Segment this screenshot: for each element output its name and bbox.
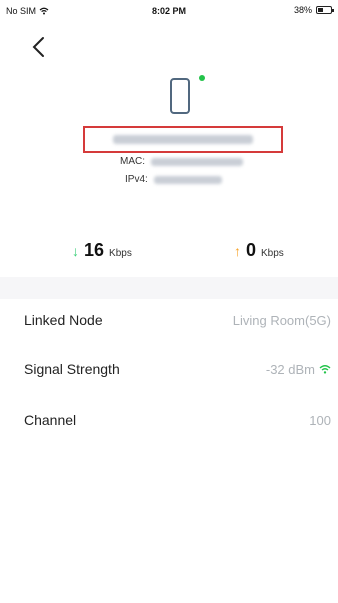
signal-strength-value-group: -32 dBm xyxy=(266,362,331,377)
mac-row: MAC: xyxy=(120,156,243,167)
signal-strength-label: Signal Strength xyxy=(24,361,120,377)
download-speed: ↓ 16 Kbps xyxy=(72,240,132,261)
signal-strength-value: -32 dBm xyxy=(265,361,315,377)
ipv4-value-redacted xyxy=(153,175,222,184)
mac-label: MAC: xyxy=(120,156,145,167)
status-time: 8:02 PM xyxy=(151,6,186,16)
battery-fill xyxy=(318,8,323,12)
wifi-signal-icon xyxy=(319,365,331,374)
battery-icon xyxy=(316,6,334,14)
battery-group: 38% xyxy=(293,5,334,15)
arrow-up-icon: ↑ xyxy=(234,243,241,259)
linked-node-label: Linked Node xyxy=(24,312,103,328)
upload-speed-value: 0 xyxy=(246,240,257,260)
channel-value: 100 xyxy=(309,412,331,428)
battery-percentage: 38% xyxy=(293,5,312,15)
download-speed-unit: Kbps xyxy=(109,248,132,259)
device-name-redacted xyxy=(113,135,253,144)
linked-node-row: Linked Node Living Room(5G) xyxy=(0,301,338,339)
signal-strength-row: Signal Strength -32 dBm xyxy=(0,350,338,388)
back-button[interactable] xyxy=(30,35,50,59)
download-speed-value: 16 xyxy=(84,240,105,260)
channel-label: Channel xyxy=(24,412,77,428)
section-divider xyxy=(0,277,338,299)
upload-speed: ↑ 0 Kbps xyxy=(234,240,284,261)
device-name-highlight xyxy=(83,126,283,153)
linked-node-value: Living Room(5G) xyxy=(232,312,331,328)
ipv4-row: IPv4: xyxy=(125,174,222,185)
chevron-left-icon xyxy=(32,37,44,57)
upload-speed-unit: Kbps xyxy=(261,248,284,259)
channel-row: Channel 100 xyxy=(0,401,338,439)
online-status-dot xyxy=(199,75,205,81)
status-bar: No SIM 8:02 PM 38% xyxy=(0,0,338,20)
mac-value-redacted xyxy=(151,157,243,166)
ipv4-label: IPv4: xyxy=(125,174,148,185)
phone-icon xyxy=(170,78,190,114)
arrow-down-icon: ↓ xyxy=(72,243,79,259)
